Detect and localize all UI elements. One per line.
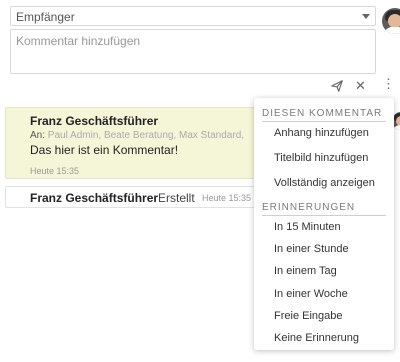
menu-item-reminder-1h[interactable]: In einer Stunde bbox=[274, 243, 349, 255]
comment-to-label: An: bbox=[30, 130, 46, 141]
activity-status: Erstellt bbox=[158, 191, 195, 205]
comment-time: Heute 15:35 bbox=[30, 166, 80, 176]
comment-author: Franz Geschäftsführer bbox=[30, 114, 159, 128]
menu-item-reminder-custom[interactable]: Freie Eingabe bbox=[274, 310, 343, 322]
menu-item-show-full[interactable]: Vollständig anzeigen bbox=[274, 177, 375, 189]
menu-divider bbox=[262, 121, 386, 122]
comment-input[interactable]: Kommentar hinzufügen bbox=[10, 29, 376, 74]
comment-text: Das hier ist ein Kommentar! bbox=[30, 143, 179, 157]
menu-item-reminder-none[interactable]: Keine Erinnerung bbox=[274, 332, 359, 344]
menu-item-reminder-1w[interactable]: In einer Woche bbox=[274, 288, 348, 300]
menu-item-add-cover-image[interactable]: Titelbild hinzufügen bbox=[274, 152, 368, 164]
menu-item-add-attachment[interactable]: Anhang hinzufügen bbox=[274, 127, 369, 139]
comment-recipients: An: Paul Admin, Beate Beratung, Max Stan… bbox=[30, 130, 244, 141]
recipient-select[interactable]: Empfänger bbox=[10, 6, 376, 26]
comment-options-menu: DIESEN KOMMENTAR Anhang hinzufügen Titel… bbox=[254, 98, 394, 350]
user-avatar bbox=[382, 8, 400, 34]
menu-divider bbox=[262, 215, 386, 216]
chevron-down-icon bbox=[362, 14, 370, 19]
more-vertical-icon[interactable]: ⋮ bbox=[382, 77, 395, 90]
close-icon[interactable]: ✕ bbox=[355, 78, 366, 94]
menu-section-reminders: ERINNERUNGEN bbox=[262, 202, 356, 213]
comment-to-list: Paul Admin, Beate Beratung, Max Standard… bbox=[47, 130, 245, 141]
menu-section-this-comment: DIESEN KOMMENTAR bbox=[262, 108, 383, 119]
menu-item-reminder-15min[interactable]: In 15 Minuten bbox=[274, 221, 341, 233]
activity-time: Heute 15:35 bbox=[202, 193, 252, 203]
menu-item-reminder-1d[interactable]: In einem Tag bbox=[274, 265, 337, 277]
send-icon[interactable] bbox=[330, 79, 344, 93]
recipient-select-value: Empfänger bbox=[16, 10, 75, 24]
activity-author: Franz Geschäftsführer bbox=[30, 191, 159, 205]
comment-input-placeholder: Kommentar hinzufügen bbox=[16, 34, 141, 48]
